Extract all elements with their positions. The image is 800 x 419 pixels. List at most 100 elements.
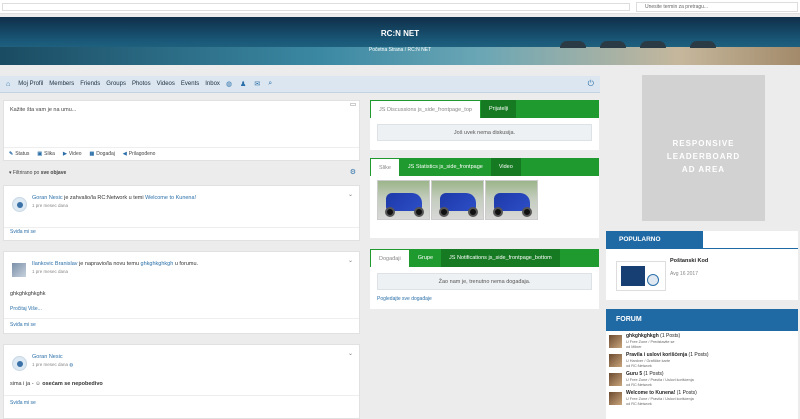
- post-topic-link[interactable]: Welcome to Kunena!: [145, 195, 196, 201]
- tab-friends[interactable]: Prijatelji: [480, 100, 517, 118]
- events-tabs: Događaji Grupe JS Notifications js_side_…: [370, 249, 599, 267]
- ad-area[interactable]: RESPONSIVE LEADERBOARD AD AREA: [642, 75, 765, 221]
- nav-friends[interactable]: Friends: [80, 81, 100, 87]
- empty-events-message: Žao nam je, trenutno nema događaja.: [377, 273, 592, 290]
- post-body-text: sima i ja -: [10, 381, 34, 387]
- photo-thumbnail[interactable]: [377, 180, 430, 220]
- composer-tools: ✎ Status ▣ Slika ▶ Video ▦ Događaj ◀ Prilagođ…: [4, 147, 359, 160]
- media-widget: Slike JS Statistics js_side_frontpage Vi…: [370, 158, 599, 238]
- tool-photo[interactable]: ▣ Slika: [37, 151, 55, 157]
- resize-handle[interactable]: [350, 103, 356, 106]
- search-icon[interactable]: ⌕: [268, 80, 272, 88]
- users-icon[interactable]: ♟: [240, 80, 246, 88]
- popular-widget: POPULARNO Poštanski Kod Avg 16 2017: [606, 231, 798, 300]
- search-input[interactable]: Unesite termin za pretragu...: [636, 2, 798, 12]
- popular-title-link[interactable]: Poštanski Kod: [670, 258, 708, 264]
- avatar[interactable]: [609, 373, 622, 386]
- post-topic-link[interactable]: ghkghkghkgh: [141, 261, 174, 267]
- popular-thumbnail[interactable]: [616, 261, 666, 291]
- tool-status[interactable]: ✎ Status: [9, 151, 29, 157]
- nav-videos[interactable]: Videos: [157, 81, 175, 87]
- post-header: Goran Nesic je zahvalio/la RC:Network u …: [32, 195, 196, 201]
- avatar[interactable]: [609, 354, 622, 367]
- tab-photos[interactable]: Slike: [370, 158, 400, 176]
- post-time: 1 pre mesec dana: [32, 269, 69, 274]
- chevron-down-icon[interactable]: ⌄: [348, 191, 353, 198]
- filter-chevron-icon: ▾: [9, 170, 12, 176]
- status-composer[interactable]: Kažite šta vam je na umu... ✎ Status ▣ Sli…: [3, 100, 360, 161]
- forum-item[interactable]: Pravila i uslovi korišćenja (1 Posts) U …: [606, 352, 798, 369]
- avatar[interactable]: [12, 197, 27, 212]
- avatar[interactable]: [609, 392, 622, 405]
- forum-item[interactable]: Guru 5 (1 Posts) U Free Zone / Pravila /…: [606, 371, 798, 388]
- activity-post: Goran Nesic 1 pre mesec dana ◍ ⌄ sima i …: [3, 344, 360, 419]
- post-time: 1 pre mesec dana ◍: [32, 362, 74, 367]
- forum-item-title[interactable]: Guru 5 (1 Posts): [626, 371, 664, 377]
- chevron-down-icon[interactable]: ⌄: [348, 350, 353, 357]
- media-tabs: Slike JS Statistics js_side_frontpage Vi…: [370, 158, 599, 176]
- avatar[interactable]: [12, 356, 27, 371]
- forum-item[interactable]: ghkghkghkgh (1 Posts) U Free Zone / Pred…: [606, 333, 798, 350]
- tool-event[interactable]: ▦ Događaj: [90, 151, 115, 157]
- post-body: ghkghkghkghk: [10, 291, 46, 297]
- nav-photos[interactable]: Photos: [132, 81, 151, 87]
- nav-groups[interactable]: Groups: [106, 81, 126, 87]
- tab-statistics[interactable]: JS Statistics js_side_frontpage: [400, 158, 491, 176]
- divider: [4, 227, 359, 228]
- like-link[interactable]: Sviđa mi se: [10, 322, 36, 328]
- tab-groups[interactable]: Grupe: [410, 249, 441, 267]
- tool-custom[interactable]: ◀ Prilagođeno: [123, 151, 156, 157]
- post-author-link[interactable]: Goran Nesic: [32, 195, 63, 201]
- forum-item-title[interactable]: Pravila i uslovi korišćenja (1 Posts): [626, 352, 709, 358]
- globe-icon: ◍: [69, 362, 74, 367]
- filter-value[interactable]: sve objave: [41, 170, 67, 176]
- main-navbar: ⌂ Moj Profil Members Friends Groups Phot…: [0, 76, 600, 93]
- hero-banner: RC:N NET Početna Strana / RC:N NET: [0, 17, 800, 65]
- like-link[interactable]: Sviđa mi se: [10, 400, 36, 406]
- activity-post: Goran Nesic je zahvalio/la RC:Network u …: [3, 185, 360, 241]
- tab-events[interactable]: Događaji: [370, 249, 410, 267]
- post-author-link[interactable]: Goran Nesic: [32, 354, 63, 360]
- power-icon[interactable]: ⏻: [588, 79, 594, 89]
- composer-placeholder[interactable]: Kažite šta vam je na umu...: [10, 107, 76, 113]
- tab-discussions[interactable]: JS Discussions js_side_frontpage_top: [370, 100, 481, 118]
- post-author-link[interactable]: Ilankovic Branislav: [32, 261, 78, 267]
- forum-item-title[interactable]: ghkghkghkgh (1 Posts): [626, 333, 680, 339]
- filter-label: Filtrirano po: [12, 170, 40, 176]
- forum-item[interactable]: Welcome to Kunena! (1 Posts) U Free Zone…: [606, 390, 798, 407]
- divider: [4, 318, 359, 319]
- gear-icon[interactable]: ⚙: [350, 168, 356, 176]
- post-header: Ilankovic Branislav je napravio/la novu …: [32, 261, 198, 267]
- post-feeling: osećam se nepobedivo: [42, 381, 103, 387]
- like-link[interactable]: Sviđa mi se: [10, 229, 36, 235]
- nav-my-profile[interactable]: Moj Profil: [18, 81, 43, 87]
- photo-thumbnail[interactable]: [485, 180, 538, 220]
- tool-video[interactable]: ▶ Video: [63, 151, 82, 157]
- activity-filter[interactable]: ▾ Filtrirano po sve objave ⚙: [3, 166, 360, 179]
- emoji-icon: ☺: [35, 381, 41, 387]
- chevron-down-icon[interactable]: ⌄: [348, 257, 353, 264]
- photo-thumbnail[interactable]: [431, 180, 484, 220]
- post-action-text: je zahvalio/la RC:Network u temi: [64, 195, 144, 201]
- top-bar-field[interactable]: [2, 3, 630, 11]
- avatar[interactable]: [12, 263, 26, 277]
- post-body: sima i ja - ☺ osećam se nepobedivo: [10, 381, 103, 387]
- forum-item-meta: U Hardver / Grafičke karte od RC:Network: [626, 359, 671, 368]
- nav-events[interactable]: Events: [181, 81, 199, 87]
- read-more-link[interactable]: Pročitaj Više...: [10, 306, 42, 312]
- envelope-icon[interactable]: ✉: [254, 80, 260, 88]
- globe-icon[interactable]: ◍: [226, 80, 232, 88]
- nav-members[interactable]: Members: [49, 81, 74, 87]
- home-icon[interactable]: ⌂: [6, 81, 10, 88]
- tab-notifications[interactable]: JS Notifications js_side_frontpage_botto…: [441, 249, 560, 267]
- post-suffix: u forumu.: [174, 261, 199, 267]
- tab-video[interactable]: Video: [490, 158, 521, 176]
- post-header: Goran Nesic: [32, 354, 63, 360]
- avatar[interactable]: [609, 335, 622, 348]
- see-all-events-link[interactable]: Pogledajte sve događaje: [370, 296, 599, 308]
- breadcrumb[interactable]: Početna Strana / RC:N NET: [0, 47, 800, 53]
- forum-item-title[interactable]: Welcome to Kunena! (1 Posts): [626, 390, 697, 396]
- photo-thumbnails: [370, 176, 599, 224]
- nav-inbox[interactable]: Inbox: [205, 81, 220, 87]
- divider: [4, 395, 359, 396]
